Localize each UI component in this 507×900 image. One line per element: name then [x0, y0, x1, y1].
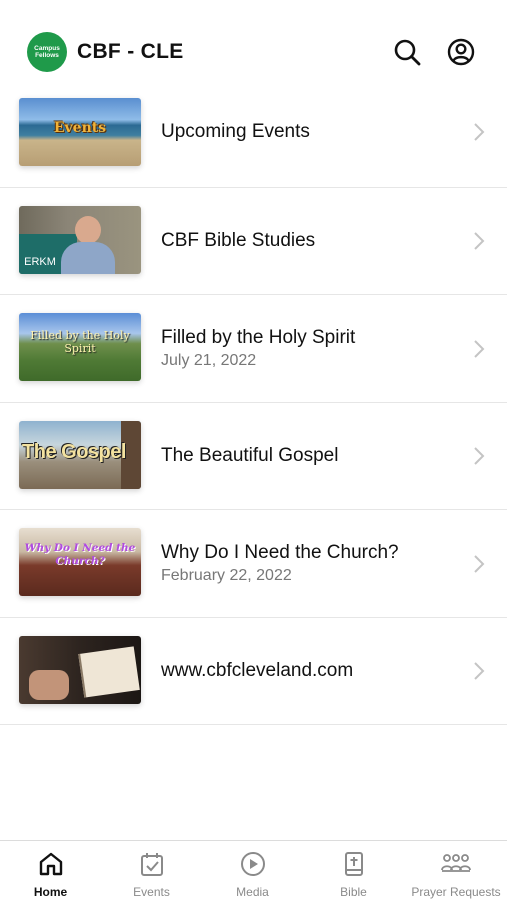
list-item-beautiful-gospel[interactable]: The Gospel The Beautiful Gospel — [0, 403, 507, 510]
logo-line1: Campus — [34, 45, 60, 52]
tab-events[interactable]: Events — [101, 841, 202, 900]
app-title: CBF - CLE — [77, 40, 184, 63]
tab-label: Prayer Requests — [411, 885, 501, 899]
chevron-right-icon — [474, 446, 485, 465]
profile-icon[interactable] — [446, 37, 476, 67]
list-item-title: www.cbfcleveland.com — [161, 659, 354, 681]
list-item-date: February 22, 2022 — [161, 567, 292, 584]
website-thumbnail — [19, 635, 141, 704]
list-item-title: The Beautiful Gospel — [161, 444, 339, 466]
home-icon — [39, 852, 62, 876]
thumb-caption: ERKM — [24, 255, 56, 268]
tab-label: Events — [133, 885, 170, 899]
calendar-check-icon — [140, 853, 163, 876]
list-item-website[interactable]: www.cbfcleveland.com — [0, 618, 507, 725]
chevron-right-icon — [474, 231, 485, 250]
app-logo: Campus Fellows — [27, 32, 67, 72]
bottom-tab-bar: Home Events Media Bible Prayer Requests — [0, 840, 507, 900]
chevron-right-icon — [474, 340, 485, 358]
tab-label: Bible — [340, 885, 367, 899]
thumb-caption: Events — [53, 120, 107, 136]
thumb-caption: Why Do I Need the Church? — [24, 542, 136, 567]
list-item-title: Filled by the Holy Spirit — [161, 327, 356, 348]
list-item-bible-studies[interactable]: ERKM CBF Bible Studies — [0, 188, 507, 295]
tab-media[interactable]: Media — [202, 841, 303, 900]
chevron-right-icon — [474, 661, 485, 680]
tab-prayer-requests[interactable]: Prayer Requests — [405, 841, 507, 900]
list-item-holy-spirit[interactable]: Filled by the Holy Spirit Filled by the … — [0, 295, 507, 403]
tab-label: Home — [33, 885, 68, 899]
people-icon — [441, 854, 471, 872]
gospel-thumbnail: The Gospel — [19, 420, 141, 489]
tab-home[interactable]: Home — [0, 841, 101, 900]
list-item-title: Why Do I Need the Church? — [161, 542, 399, 563]
logo-line2: Fellows — [35, 52, 59, 59]
list-item-upcoming-events[interactable]: Events Upcoming Events — [0, 80, 507, 188]
chevron-right-icon — [474, 555, 485, 573]
list-item-title: CBF Bible Studies — [161, 229, 316, 251]
search-icon[interactable] — [392, 37, 422, 67]
holy-spirit-thumbnail: Filled by the Holy Spirit — [19, 313, 141, 381]
thumb-caption: The Gospel — [22, 440, 126, 463]
list-item-title: Upcoming Events — [161, 121, 310, 142]
thumb-caption: Filled by the Holy Spirit — [30, 329, 130, 355]
list-item-date: July 21, 2022 — [161, 352, 257, 369]
chevron-right-icon — [474, 123, 485, 141]
church-thumbnail: Why Do I Need the Church? — [19, 528, 141, 596]
play-circle-icon — [240, 852, 265, 876]
bible-icon — [344, 852, 363, 876]
tab-label: Media — [236, 885, 269, 899]
bible-studies-thumbnail: ERKM — [19, 205, 141, 274]
list-item-need-church[interactable]: Why Do I Need the Church? Why Do I Need … — [0, 510, 507, 618]
events-thumbnail: Events — [19, 98, 141, 166]
content-list: Events Upcoming Events ERKM CBF Bible St… — [0, 80, 507, 725]
tab-bible[interactable]: Bible — [303, 841, 404, 900]
